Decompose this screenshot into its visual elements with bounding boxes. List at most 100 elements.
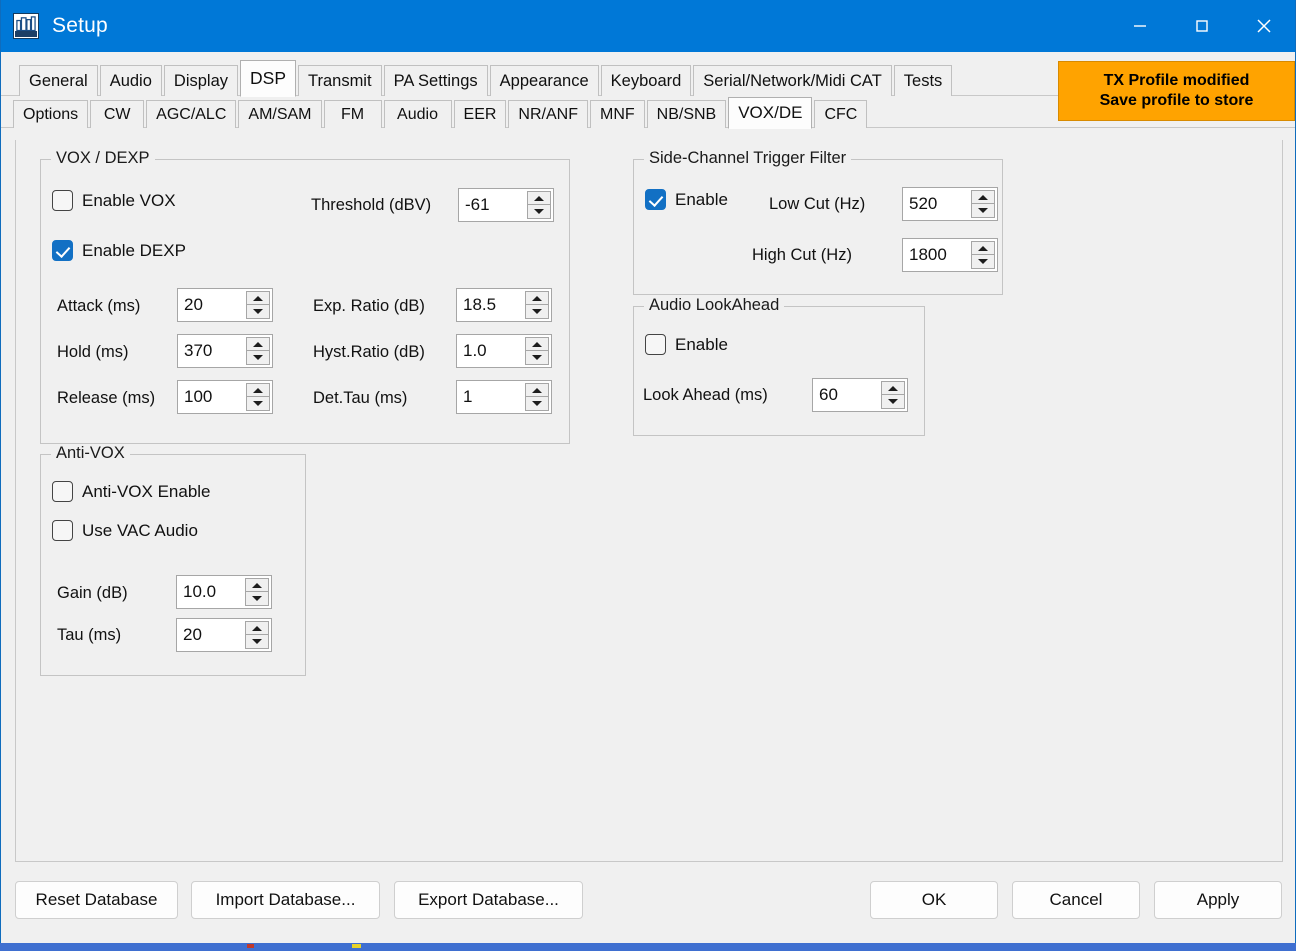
- det-tau-spinner-up[interactable]: [525, 383, 549, 397]
- subtab-nb-snb[interactable]: NB/SNB: [646, 100, 727, 128]
- subtab-options[interactable]: Options: [13, 100, 89, 128]
- subtab-am-sam[interactable]: AM/SAM: [238, 100, 322, 128]
- hold-value[interactable]: 370: [179, 336, 246, 366]
- tab-general[interactable]: General: [19, 65, 98, 96]
- tab-audio[interactable]: Audio: [99, 65, 162, 96]
- hold-spinner-down[interactable]: [246, 351, 270, 365]
- subtab-audio[interactable]: Audio: [383, 100, 452, 128]
- high-cut-spinner-arrows[interactable]: [971, 241, 995, 269]
- low-cut-spinner[interactable]: 520: [902, 187, 998, 221]
- tab-serial-network-midi-cat[interactable]: Serial/Network/Midi CAT: [693, 65, 892, 96]
- low-cut-spinner-down[interactable]: [971, 204, 995, 218]
- tab-transmit[interactable]: Transmit: [298, 65, 382, 96]
- look-ahead-spinner-up[interactable]: [881, 381, 905, 395]
- low-cut-spinner-arrows[interactable]: [971, 190, 995, 218]
- release-spinner[interactable]: 100: [177, 380, 273, 414]
- look-ahead-enable-checkbox[interactable]: Enable: [645, 334, 728, 355]
- tab-pa-settings[interactable]: PA Settings: [383, 65, 488, 96]
- high-cut-spinner[interactable]: 1800: [902, 238, 998, 272]
- anti-vox-gain-value[interactable]: 10.0: [178, 577, 245, 607]
- anti-vox-gain-spinner-down[interactable]: [245, 592, 269, 606]
- subtab-cw[interactable]: CW: [90, 100, 145, 128]
- anti-vox-enable-checkbox[interactable]: Anti-VOX Enable: [52, 481, 211, 502]
- anti-vox-tau-spinner-arrows[interactable]: [245, 621, 269, 649]
- look-ahead-value[interactable]: 60: [814, 380, 881, 410]
- tab-display[interactable]: Display: [163, 65, 239, 96]
- cancel-button[interactable]: Cancel: [1012, 881, 1140, 919]
- anti-vox-gain-spinner-up[interactable]: [245, 578, 269, 592]
- attack-spinner-up[interactable]: [246, 291, 270, 305]
- exp-ratio-spinner-arrows[interactable]: [525, 291, 549, 319]
- threshold-spinner-down[interactable]: [527, 205, 551, 219]
- det-tau-value[interactable]: 1: [458, 382, 525, 412]
- hyst-ratio-spinner-up[interactable]: [525, 337, 549, 351]
- attack-spinner-down[interactable]: [246, 305, 270, 319]
- side-channel-enable-checkbox-box: [645, 189, 666, 210]
- release-spinner-arrows[interactable]: [246, 383, 270, 411]
- subtab-nr-anf[interactable]: NR/ANF: [508, 100, 588, 128]
- attack-spinner[interactable]: 20: [177, 288, 273, 322]
- subtab-agc-alc[interactable]: AGC/ALC: [146, 100, 237, 128]
- hyst-ratio-value[interactable]: 1.0: [458, 336, 525, 366]
- exp-ratio-spinner[interactable]: 18.5: [456, 288, 552, 322]
- use-vac-audio-checkbox[interactable]: Use VAC Audio: [52, 520, 198, 541]
- det-tau-spinner[interactable]: 1: [456, 380, 552, 414]
- low-cut-value[interactable]: 520: [904, 189, 971, 219]
- exp-ratio-spinner-up[interactable]: [525, 291, 549, 305]
- ok-button[interactable]: OK: [870, 881, 998, 919]
- subtab-fm[interactable]: FM: [323, 100, 382, 128]
- high-cut-value[interactable]: 1800: [904, 240, 971, 270]
- reset-database-button[interactable]: Reset Database: [15, 881, 178, 919]
- release-spinner-up[interactable]: [246, 383, 270, 397]
- attack-spinner-arrows[interactable]: [246, 291, 270, 319]
- look-ahead-spinner-arrows[interactable]: [881, 381, 905, 409]
- look-ahead-spinner[interactable]: 60: [812, 378, 908, 412]
- release-value[interactable]: 100: [179, 382, 246, 412]
- subtab-mnf[interactable]: MNF: [589, 100, 645, 128]
- det-tau-spinner-down[interactable]: [525, 397, 549, 411]
- tab-keyboard[interactable]: Keyboard: [600, 65, 692, 96]
- look-ahead-spinner-down[interactable]: [881, 395, 905, 409]
- anti-vox-tau-value[interactable]: 20: [178, 620, 245, 650]
- threshold-spinner[interactable]: -61: [458, 188, 554, 222]
- import-database-button[interactable]: Import Database...: [191, 881, 380, 919]
- tab-tests[interactable]: Tests: [893, 65, 953, 96]
- anti-vox-tau-spinner-down[interactable]: [245, 635, 269, 649]
- subtab-vox-de[interactable]: VOX/DE: [728, 97, 813, 129]
- minimize-button[interactable]: [1109, 0, 1171, 52]
- anti-vox-tau-spinner[interactable]: 20: [176, 618, 272, 652]
- threshold-spinner-up[interactable]: [527, 191, 551, 205]
- anti-vox-tau-spinner-up[interactable]: [245, 621, 269, 635]
- subtab-eer[interactable]: EER: [453, 100, 507, 128]
- exp-ratio-spinner-down[interactable]: [525, 305, 549, 319]
- close-button[interactable]: [1233, 0, 1295, 52]
- anti-vox-enable-checkbox-box: [52, 481, 73, 502]
- anti-vox-gain-spinner[interactable]: 10.0: [176, 575, 272, 609]
- hyst-ratio-spinner-down[interactable]: [525, 351, 549, 365]
- threshold-spinner-arrows[interactable]: [527, 191, 551, 219]
- window-title: Setup: [52, 14, 108, 37]
- apply-button[interactable]: Apply: [1154, 881, 1282, 919]
- subtab-cfc[interactable]: CFC: [814, 100, 868, 128]
- tab-dsp[interactable]: DSP: [240, 60, 296, 97]
- threshold-value[interactable]: -61: [460, 190, 527, 220]
- maximize-button[interactable]: [1171, 0, 1233, 52]
- release-spinner-down[interactable]: [246, 397, 270, 411]
- exp-ratio-value[interactable]: 18.5: [458, 290, 525, 320]
- det-tau-spinner-arrows[interactable]: [525, 383, 549, 411]
- attack-value[interactable]: 20: [179, 290, 246, 320]
- side-channel-enable-checkbox[interactable]: Enable: [645, 189, 728, 210]
- high-cut-spinner-up[interactable]: [971, 241, 995, 255]
- hold-spinner-up[interactable]: [246, 337, 270, 351]
- export-database-button[interactable]: Export Database...: [394, 881, 583, 919]
- tab-appearance[interactable]: Appearance: [489, 65, 599, 96]
- enable-vox-checkbox[interactable]: Enable VOX: [52, 190, 176, 211]
- hold-spinner[interactable]: 370: [177, 334, 273, 368]
- high-cut-spinner-down[interactable]: [971, 255, 995, 269]
- hyst-ratio-spinner[interactable]: 1.0: [456, 334, 552, 368]
- anti-vox-gain-spinner-arrows[interactable]: [245, 578, 269, 606]
- enable-dexp-checkbox[interactable]: Enable DEXP: [52, 240, 186, 261]
- low-cut-spinner-up[interactable]: [971, 190, 995, 204]
- hold-spinner-arrows[interactable]: [246, 337, 270, 365]
- hyst-ratio-spinner-arrows[interactable]: [525, 337, 549, 365]
